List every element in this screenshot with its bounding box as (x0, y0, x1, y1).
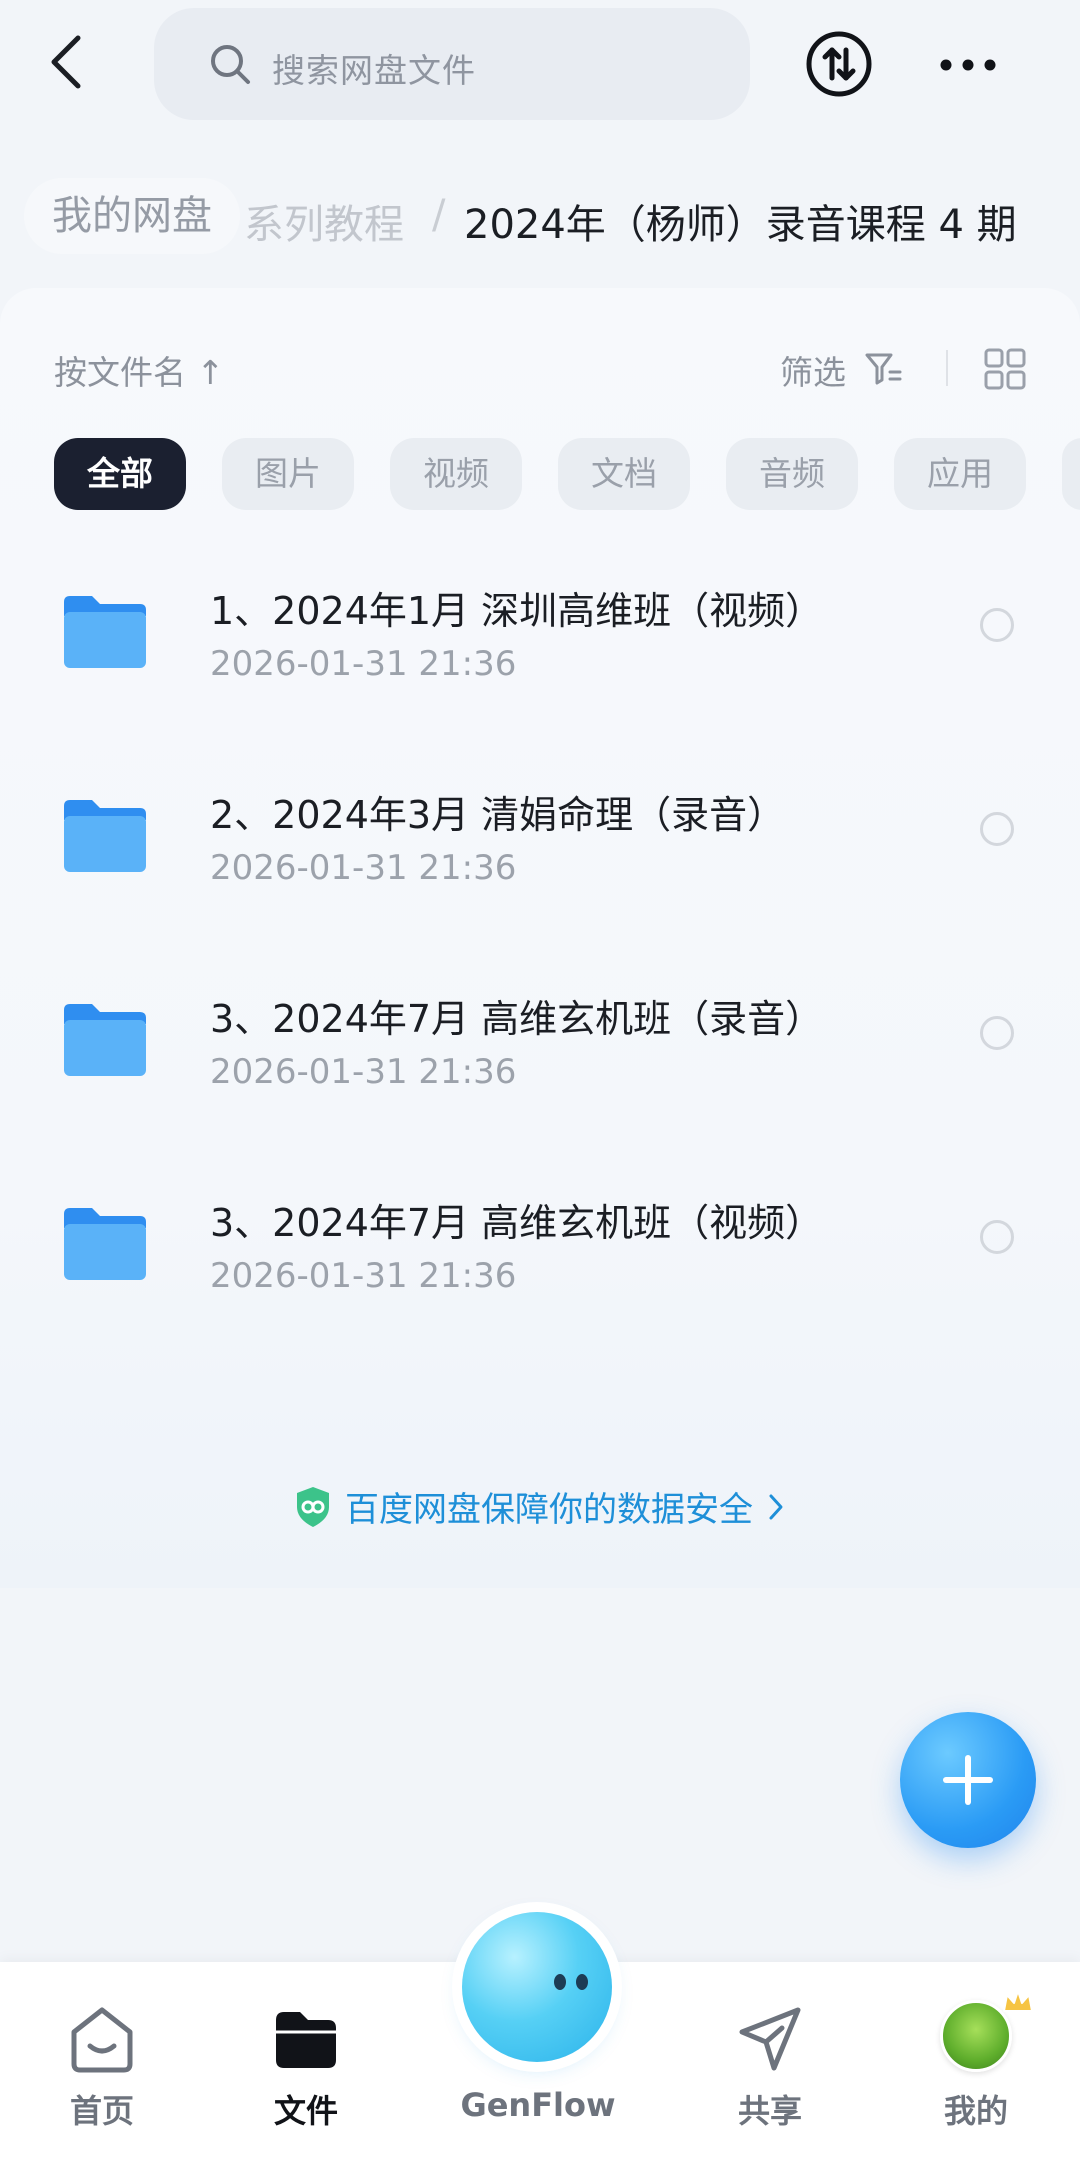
filter-icon[interactable] (864, 350, 902, 388)
tab-images[interactable]: 图片 (222, 438, 354, 510)
genflow-eye-right (576, 1974, 588, 1990)
home-icon (71, 2007, 133, 2073)
select-checkbox[interactable] (980, 1016, 1014, 1050)
back-icon[interactable] (46, 32, 86, 92)
nav-files-label: 文件 (273, 2092, 338, 2130)
nav-share[interactable]: 共享 (680, 1962, 860, 2168)
folder-icon (276, 2012, 336, 2068)
filter-button[interactable]: 筛选 (780, 346, 846, 394)
crown-icon (1003, 1990, 1033, 2012)
tab-audio[interactable]: 音频 (726, 438, 858, 510)
grid-view-icon[interactable] (984, 348, 1026, 390)
tab-videos[interactable]: 视频 (390, 438, 522, 510)
search-input[interactable]: 搜索网盘文件 (154, 8, 750, 120)
nav-profile-label: 我的 (943, 2092, 1008, 2130)
shield-icon (297, 1486, 329, 1527)
breadcrumb-current: 2024年（杨师）录音课程 4 期 (464, 202, 1017, 248)
nav-files[interactable]: 文件 (216, 1962, 396, 2168)
folder-icon (64, 1004, 146, 1076)
security-notice[interactable]: 百度网盘保障你的数据安全 (0, 1482, 1080, 1542)
security-text: 百度网盘保障你的数据安全 (345, 1490, 753, 1530)
folder-icon (64, 800, 146, 872)
top-bar: 搜索网盘文件 (0, 0, 1080, 120)
folder-icon (64, 1208, 146, 1280)
list-item[interactable]: 2、2024年3月 清娟命理（录音） 2026-01-31 21:36 (0, 764, 1080, 914)
list-item[interactable]: 1、2024年1月 深圳高维班（视频） 2026-01-31 21:36 (0, 560, 1080, 710)
breadcrumb-root[interactable]: 我的网盘 (24, 178, 240, 254)
list-item[interactable]: 3、2024年7月 高维玄机班（视频） 2026-01-31 21:36 (0, 1172, 1080, 1322)
select-checkbox[interactable] (980, 1220, 1014, 1254)
file-name: 2、2024年3月 清娟命理（录音） (210, 793, 786, 837)
nav-home-label: 首页 (69, 2092, 134, 2130)
file-date: 2026-01-31 21:36 (210, 644, 517, 684)
chevron-right-icon (769, 1494, 783, 1519)
file-name: 3、2024年7月 高维玄机班（录音） (210, 997, 824, 1041)
more-icon[interactable] (934, 40, 1002, 90)
nav-profile[interactable]: 我的 (886, 1962, 1066, 2168)
search-icon (211, 45, 250, 84)
add-button[interactable] (900, 1712, 1036, 1848)
file-name: 1、2024年1月 深圳高维班（视频） (210, 589, 824, 633)
avatar (940, 1990, 1033, 2072)
folder-icon (64, 596, 146, 668)
tab-more-partial[interactable] (1062, 438, 1080, 510)
file-date: 2026-01-31 21:36 (210, 1052, 517, 1092)
file-date: 2026-01-31 21:36 (210, 848, 517, 888)
file-list-panel: 按文件名 ↑ 筛选 全部 图片 视频 文档 音频 应用 1、2024年1月 深圳… (0, 288, 1080, 1588)
nav-genflow-label: GenFlow (460, 2086, 616, 2124)
search-placeholder: 搜索网盘文件 (272, 51, 476, 90)
nav-share-label: 共享 (737, 2092, 802, 2130)
category-tabs: 全部 图片 视频 文档 音频 应用 (0, 438, 1080, 510)
breadcrumb-separator: / (432, 192, 446, 238)
share-icon (739, 2007, 801, 2071)
tab-all[interactable]: 全部 (54, 438, 186, 510)
tab-apps[interactable]: 应用 (894, 438, 1026, 510)
genflow-eye-left (554, 1974, 566, 1990)
breadcrumb: 系列教程 我的网盘 / 2024年（杨师）录音课程 4 期 (0, 178, 1080, 258)
nav-home[interactable]: 首页 (12, 1962, 192, 2168)
sort-button[interactable]: 按文件名 ↑ (54, 346, 224, 394)
file-date: 2026-01-31 21:36 (210, 1256, 517, 1296)
genflow-icon[interactable] (462, 1912, 612, 2062)
transfer-icon[interactable] (805, 30, 873, 98)
select-checkbox[interactable] (980, 812, 1014, 846)
tab-documents[interactable]: 文档 (558, 438, 690, 510)
toolbar-divider (946, 350, 948, 386)
file-name: 3、2024年7月 高维玄机班（视频） (210, 1201, 824, 1245)
plus-icon (943, 1755, 993, 1805)
list-item[interactable]: 3、2024年7月 高维玄机班（录音） 2026-01-31 21:36 (0, 968, 1080, 1118)
breadcrumb-middle[interactable]: 系列教程 (244, 192, 404, 250)
select-checkbox[interactable] (980, 608, 1014, 642)
